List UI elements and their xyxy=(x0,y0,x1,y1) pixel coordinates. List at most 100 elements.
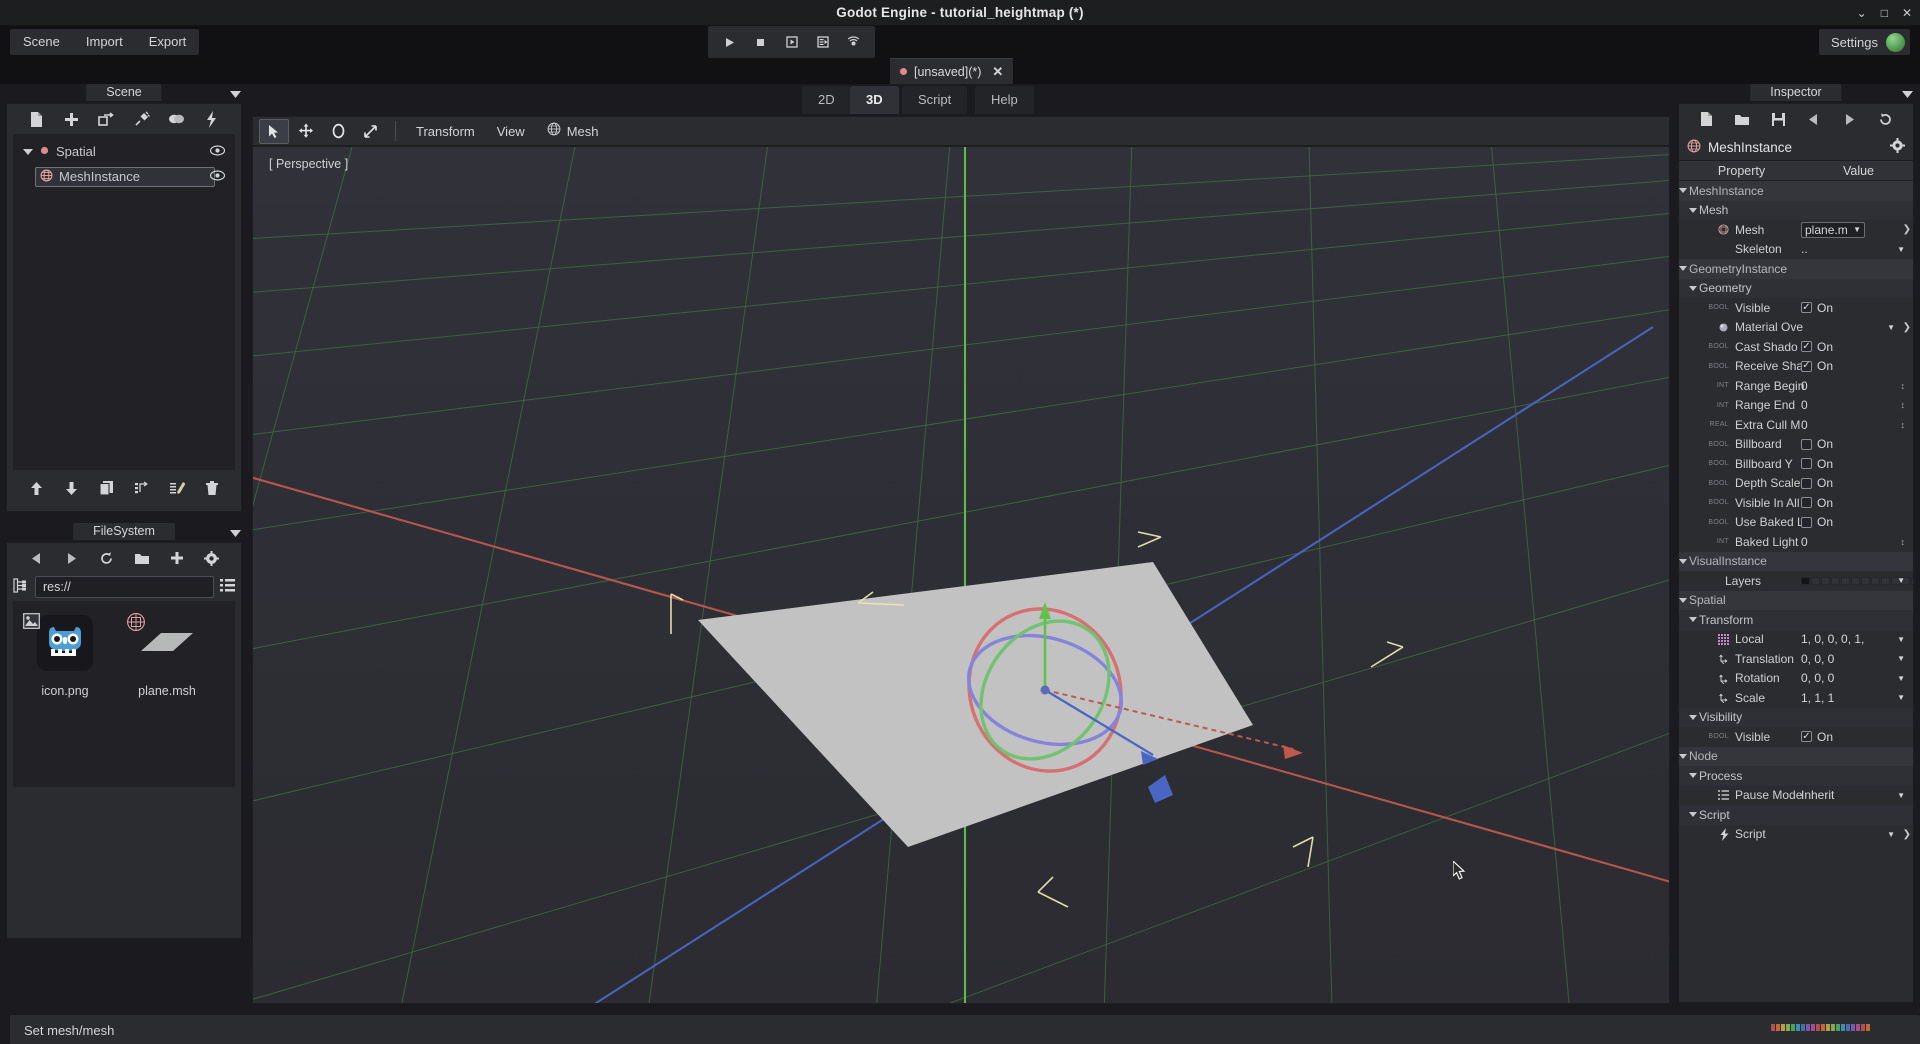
section-caret-icon[interactable] xyxy=(1679,558,1687,564)
list-view-icon[interactable] xyxy=(220,579,235,595)
viewport-menu-view[interactable]: View xyxy=(487,119,535,144)
layer-cell[interactable] xyxy=(1831,576,1840,585)
chevron-down-icon[interactable]: ▼ xyxy=(1897,576,1905,585)
layer-cell[interactable] xyxy=(1881,576,1890,585)
selected-node[interactable]: MeshInstance xyxy=(35,166,215,187)
connect-signal-icon[interactable] xyxy=(127,106,157,132)
scene-dock-tab[interactable]: Scene xyxy=(86,84,162,101)
property-value[interactable]: 0 ↕ xyxy=(1801,535,1909,549)
filesystem-dock-tab[interactable]: FileSystem xyxy=(73,523,175,540)
spinner-icon[interactable]: ↕ xyxy=(1901,420,1906,430)
filesystem-path-input[interactable]: res:// xyxy=(35,576,214,598)
nav-back-icon[interactable] xyxy=(21,545,51,571)
inspector-row-billboard[interactable]: BOOL Billboard On xyxy=(1679,435,1913,455)
visibility-eye-icon[interactable] xyxy=(209,144,226,159)
play-custom-scene-button[interactable] xyxy=(807,28,838,56)
tree-view-icon[interactable] xyxy=(13,578,29,596)
property-checkbox[interactable] xyxy=(1801,302,1812,314)
edit-script-icon[interactable] xyxy=(162,475,192,501)
inspector-row-scale[interactable]: Scale 1, 1, 1 ▼ xyxy=(1679,688,1913,708)
chevron-down-icon[interactable]: ▼ xyxy=(1897,674,1905,683)
inspector-row-visible[interactable]: BOOL Visible On xyxy=(1679,727,1913,747)
section-caret-icon[interactable] xyxy=(1689,207,1697,213)
property-value[interactable]: 0 ↕ xyxy=(1801,418,1909,432)
scene-tab-close-icon[interactable]: ✕ xyxy=(992,64,1003,80)
property-value[interactable]: On xyxy=(1801,340,1909,354)
tab-2d[interactable]: 2D xyxy=(802,86,851,114)
inspector-section-meshinstance[interactable]: MeshInstance xyxy=(1679,181,1913,201)
maximize-icon[interactable]: □ xyxy=(1881,7,1888,19)
filesystem-file-grid[interactable]: icon.png plane.msh xyxy=(13,601,235,787)
spinner-icon[interactable]: ↕ xyxy=(1901,381,1906,391)
reparent-icon[interactable] xyxy=(127,475,157,501)
property-value[interactable]: plane.m ▼ ❯ xyxy=(1801,221,1911,238)
gear-icon[interactable] xyxy=(1890,138,1905,156)
new-scene-icon[interactable] xyxy=(21,106,51,132)
inspector-row-extra-cull-m[interactable]: REAL Extra Cull M 0 ↕ xyxy=(1679,415,1913,435)
property-value[interactable]: Inherit ▼ xyxy=(1801,788,1909,802)
open-resource-arrow-icon[interactable]: ❯ xyxy=(1903,829,1911,840)
chevron-down-icon[interactable]: ▼ xyxy=(1887,830,1895,839)
inspector-row-local[interactable]: Local 1, 0, 0, 0, 1, ▼ xyxy=(1679,630,1913,650)
inspector-row-baked-light[interactable]: INT Baked Light 0 ↕ xyxy=(1679,532,1913,552)
inspector-row-cast-shado[interactable]: BOOL Cast Shado On xyxy=(1679,337,1913,357)
inspector-section-geometryinstance[interactable]: GeometryInstance xyxy=(1679,259,1913,279)
inspector-property-list[interactable]: MeshInstance Mesh Mesh plane.m ▼ ❯ Skeleton.. ▼… xyxy=(1679,181,1913,931)
new-resource-icon[interactable] xyxy=(1691,106,1721,132)
section-caret-icon[interactable] xyxy=(1689,714,1697,720)
inspector-row-pause-mode[interactable]: Pause Mode Inherit ▼ xyxy=(1679,786,1913,806)
property-value[interactable]: 0 ↕ xyxy=(1801,398,1909,412)
property-value[interactable]: 1, 1, 1 ▼ xyxy=(1801,691,1909,705)
property-checkbox[interactable] xyxy=(1801,516,1812,528)
property-value[interactable]: .. ▼ xyxy=(1801,242,1909,256)
inspector-dock-menu-icon[interactable] xyxy=(1901,87,1914,102)
inspector-row-range-end[interactable]: INT Range End 0 ↕ xyxy=(1679,396,1913,416)
property-value[interactable]: ▼ xyxy=(1801,576,1913,585)
property-value[interactable]: On xyxy=(1801,730,1909,744)
inspector-row-skeleton[interactable]: Skeleton.. ▼ xyxy=(1679,240,1913,260)
minimize-icon[interactable]: ⌄ xyxy=(1857,7,1867,19)
viewport-menu-mesh[interactable]: Mesh xyxy=(537,119,609,144)
select-tool[interactable] xyxy=(259,118,289,144)
scene-dock-menu-icon[interactable] xyxy=(229,87,242,102)
scene-tree-row-meshinstance[interactable]: MeshInstance xyxy=(13,164,235,189)
inspector-row-layers[interactable]: Layers ▼ xyxy=(1679,571,1913,591)
menu-import[interactable]: Import xyxy=(73,29,136,55)
layer-cell[interactable] xyxy=(1811,576,1820,585)
property-value[interactable]: 1, 0, 0, 0, 1, ▼ xyxy=(1801,632,1909,646)
open-resource-icon[interactable] xyxy=(1727,106,1757,132)
add-icon[interactable] xyxy=(162,545,192,571)
inspector-section-script[interactable]: Script xyxy=(1679,805,1913,825)
property-value[interactable]: On xyxy=(1801,457,1909,471)
inspector-row-script[interactable]: Script ▼ ❯ xyxy=(1679,825,1913,845)
viewport-menu-transform[interactable]: Transform xyxy=(406,119,485,144)
inspector-section-process[interactable]: Process xyxy=(1679,766,1913,786)
layer-cell[interactable] xyxy=(1871,576,1880,585)
scene-tree[interactable]: Spatial MeshInstance xyxy=(13,134,235,470)
chevron-down-icon[interactable]: ▼ xyxy=(1897,245,1905,254)
section-caret-icon[interactable] xyxy=(1689,812,1697,818)
property-checkbox[interactable] xyxy=(1801,731,1812,743)
inspector-section-visibility[interactable]: Visibility xyxy=(1679,707,1913,727)
section-caret-icon[interactable] xyxy=(1679,597,1687,603)
section-caret-icon[interactable] xyxy=(1689,285,1697,291)
spinner-icon[interactable]: ↕ xyxy=(1901,537,1906,547)
file-item-icon-png[interactable]: icon.png xyxy=(19,611,111,777)
inspector-dock-tab[interactable]: Inspector xyxy=(1750,84,1842,101)
inspector-row-receive-sha[interactable]: BOOL Receive Sha On xyxy=(1679,357,1913,377)
chevron-down-icon[interactable]: ▼ xyxy=(1853,225,1861,234)
layer-cell[interactable] xyxy=(1851,576,1860,585)
visibility-eye-icon[interactable] xyxy=(209,169,226,184)
scene-tab-unsaved[interactable]: [unsaved](*) ✕ xyxy=(890,58,1014,84)
open-resource-arrow-icon[interactable]: ❯ xyxy=(1903,224,1911,235)
property-value[interactable]: 0, 0, 0 ▼ xyxy=(1801,671,1909,685)
settings-icon[interactable] xyxy=(197,545,227,571)
move-tool[interactable] xyxy=(291,119,321,144)
layer-cell[interactable] xyxy=(1911,576,1913,585)
inspector-row-depth-scale[interactable]: BOOL Depth Scale On xyxy=(1679,474,1913,494)
inspector-section-mesh[interactable]: Mesh xyxy=(1679,200,1913,220)
history-forward-icon[interactable] xyxy=(1835,106,1865,132)
inspector-row-visible-in-all[interactable]: BOOL Visible In All On xyxy=(1679,493,1913,513)
resource-picker[interactable]: plane.m ▼ xyxy=(1801,221,1865,238)
tab-script[interactable]: Script xyxy=(902,86,968,114)
